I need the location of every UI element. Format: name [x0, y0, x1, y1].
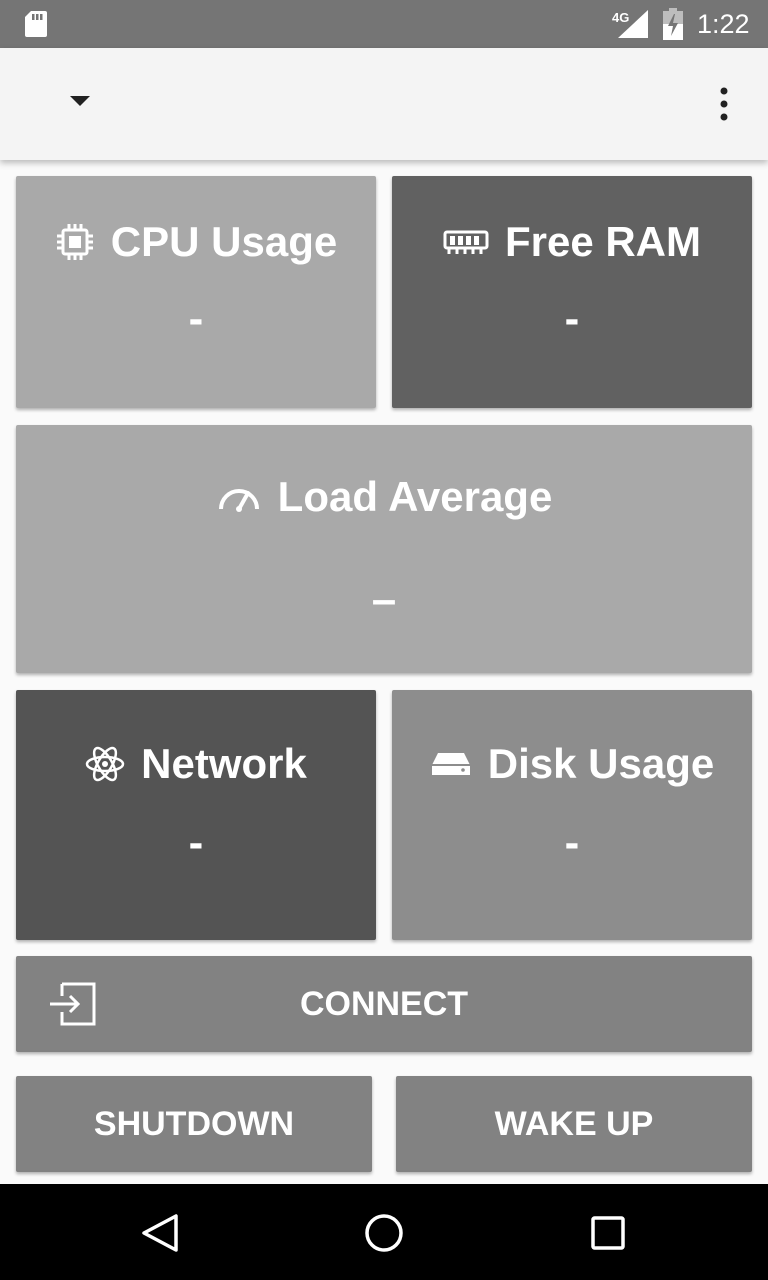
- cpu-usage-label: CPU Usage: [110, 218, 338, 265]
- network-header: Network: [16, 738, 376, 790]
- connect-button[interactable]: CONNECT: [16, 956, 752, 1052]
- cpu-usage-header: CPU Usage: [16, 216, 376, 268]
- signal-icon: [618, 10, 648, 38]
- free-ram-value: -: [564, 294, 580, 343]
- shutdown-label: SHUTDOWN: [93, 1104, 295, 1143]
- load-average-label: Load Average: [277, 473, 553, 520]
- connect-label: CONNECT: [299, 984, 469, 1023]
- atom-icon: [85, 746, 125, 782]
- load-average-tile[interactable]: Load Average –: [16, 425, 752, 673]
- clock: 1:22: [697, 9, 750, 39]
- wake-up-button[interactable]: WAKE UP: [396, 1076, 752, 1172]
- speedometer-icon: [218, 489, 259, 512]
- harddisk-icon: [431, 753, 470, 775]
- back-icon[interactable]: [136, 1212, 184, 1254]
- network-tile[interactable]: Network -: [16, 690, 376, 940]
- battery-icon: [663, 8, 683, 40]
- disk-usage-value: -: [564, 818, 580, 867]
- cpu-usage-value: -: [188, 294, 204, 343]
- load-average-header: Load Average: [16, 471, 752, 523]
- free-ram-label: Free RAM: [504, 218, 702, 265]
- app-bar: [0, 48, 768, 160]
- load-average-value: –: [371, 575, 397, 624]
- chip-icon: [56, 224, 93, 260]
- memory-icon: [443, 230, 489, 254]
- recent-apps-icon[interactable]: [584, 1212, 632, 1254]
- home-icon[interactable]: [360, 1212, 408, 1254]
- shutdown-button[interactable]: SHUTDOWN: [16, 1076, 372, 1172]
- cpu-usage-tile[interactable]: CPU Usage -: [16, 176, 376, 408]
- login-icon: [50, 982, 96, 1026]
- sd-card-icon: [25, 11, 47, 37]
- network-label: Network: [141, 740, 307, 787]
- free-ram-tile[interactable]: Free RAM -: [392, 176, 752, 408]
- disk-usage-label: Disk Usage: [487, 740, 715, 787]
- arrow-drop-down-icon[interactable]: [66, 92, 94, 112]
- disk-usage-tile[interactable]: Disk Usage -: [392, 690, 752, 940]
- more-vertical-icon[interactable]: [710, 84, 738, 124]
- wake-up-label: WAKE UP: [494, 1104, 654, 1143]
- free-ram-header: Free RAM: [392, 216, 752, 268]
- network-value: -: [188, 818, 204, 867]
- disk-usage-header: Disk Usage: [392, 738, 752, 790]
- navigation-bar: [0, 1184, 768, 1280]
- status-bar: 4G 1:22: [0, 0, 768, 48]
